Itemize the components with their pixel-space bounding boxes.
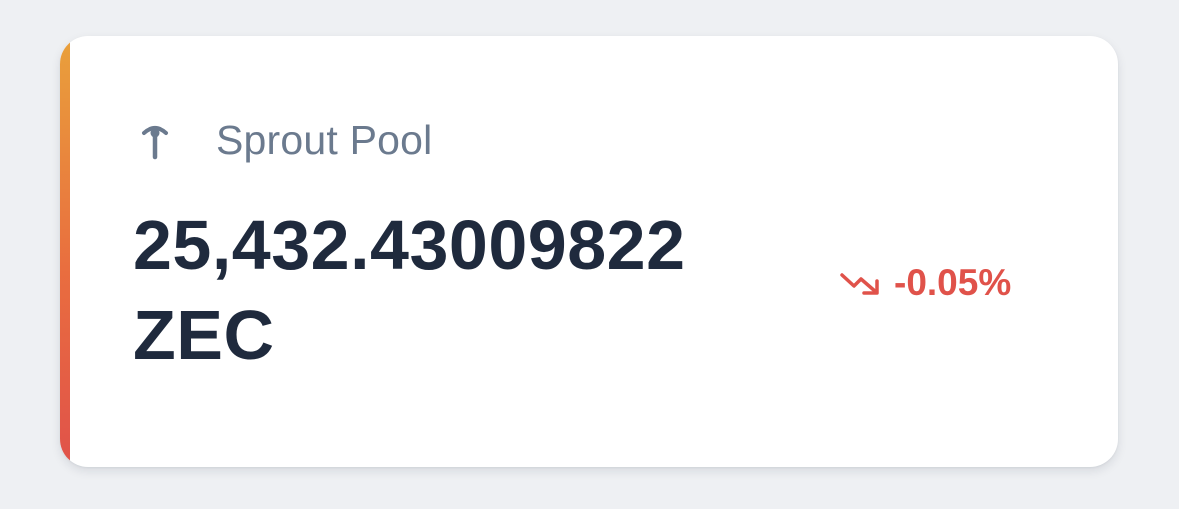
pool-header: Sprout Pool: [138, 116, 432, 164]
change-indicator: -0.05%: [840, 262, 1011, 304]
pool-balance-value: 25,432.43009822: [133, 206, 686, 284]
trending-down-icon: [840, 268, 880, 298]
sprout-icon: [138, 118, 172, 162]
card-accent-bar: [60, 36, 70, 467]
change-percent: -0.05%: [894, 262, 1012, 303]
pool-balance-unit: ZEC: [133, 296, 275, 374]
pool-card: Sprout Pool 25,432.43009822 ZEC -0.05%: [60, 36, 1118, 467]
pool-balance: 25,432.43009822 ZEC: [133, 200, 833, 380]
pool-name: Sprout Pool: [216, 116, 433, 163]
